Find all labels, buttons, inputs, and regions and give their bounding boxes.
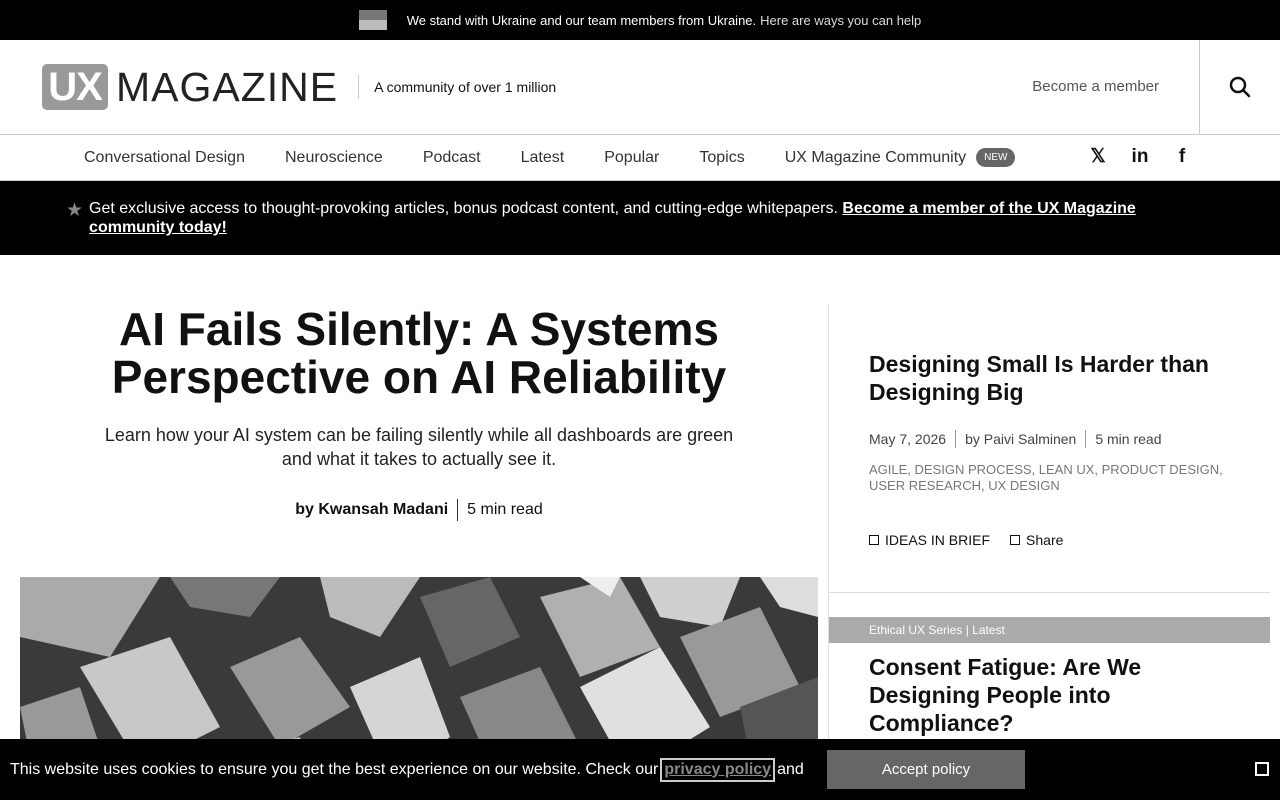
- logo-box: UX: [42, 64, 108, 110]
- side-article-1-tags[interactable]: AGILE, DESIGN PROCESS, LEAN UX, PRODUCT …: [869, 462, 1239, 494]
- privacy-policy-link[interactable]: privacy policy: [660, 757, 776, 782]
- column-divider: [828, 305, 829, 800]
- main-content: AI Fails Silently: A Systems Perspective…: [0, 255, 1280, 800]
- featured-article: AI Fails Silently: A Systems Perspective…: [20, 305, 818, 521]
- search-button[interactable]: [1199, 40, 1280, 134]
- meta-separator: [955, 430, 957, 448]
- ukraine-text: We stand with Ukraine and our team membe…: [406, 12, 757, 28]
- side-article-1-meta: May 7, 2026 by Paivi Salminen 5 min read: [869, 430, 1239, 448]
- side-divider: [829, 592, 1270, 593]
- main-nav: Conversational Design Neuroscience Podca…: [0, 135, 1280, 181]
- search-icon: [1229, 76, 1251, 98]
- close-icon[interactable]: [1255, 762, 1269, 776]
- side-article-1-date: May 7, 2026: [869, 431, 947, 447]
- side-article-2: Consent Fatigue: Are We Designing People…: [869, 653, 1239, 737]
- nav-item-conversational-design[interactable]: Conversational Design: [84, 149, 245, 167]
- social-links: 𝕏 in f: [1088, 145, 1192, 168]
- nav-item-popular[interactable]: Popular: [604, 149, 659, 167]
- nav-item-community-label: UX Magazine Community: [784, 148, 967, 166]
- new-badge: NEW: [976, 148, 1016, 167]
- ukraine-help-link[interactable]: Here are ways you can help: [760, 13, 921, 28]
- facebook-icon[interactable]: f: [1172, 146, 1192, 168]
- membership-promo: ★ Get exclusive access to thought-provok…: [0, 181, 1280, 255]
- cookie-text: This website uses cookies to ensure you …: [10, 760, 659, 778]
- accept-policy-button[interactable]: Accept policy: [827, 750, 1025, 789]
- site-header: UX MAGAZINE A community of over 1 millio…: [0, 40, 1280, 135]
- side-article-1-read-time: 5 min read: [1095, 431, 1162, 447]
- side-article-1-title[interactable]: Designing Small Is Harder than Designing…: [869, 350, 1239, 406]
- promo-text: Get exclusive access to thought-provokin…: [89, 200, 838, 217]
- featured-subtitle: Learn how your AI system can be failing …: [104, 425, 734, 469]
- side-article-2-title[interactable]: Consent Fatigue: Are We Designing People…: [869, 653, 1239, 737]
- site-logo[interactable]: UX MAGAZINE: [42, 64, 338, 111]
- x-twitter-icon[interactable]: 𝕏: [1088, 145, 1108, 168]
- share-button[interactable]: Share: [1010, 532, 1063, 548]
- ideas-in-brief-label: IDEAS IN BRIEF: [885, 532, 991, 548]
- tagline: A community of over 1 million: [358, 75, 556, 99]
- side-article-1-author[interactable]: by Paivi Salminen: [965, 431, 1076, 447]
- square-icon: [1010, 535, 1021, 545]
- nav-item-podcast[interactable]: Podcast: [423, 149, 481, 167]
- side-article-1: Designing Small Is Harder than Designing…: [869, 350, 1239, 548]
- ukraine-banner: We stand with Ukraine and our team membe…: [0, 0, 1280, 40]
- featured-title[interactable]: AI Fails Silently: A Systems Perspective…: [20, 305, 818, 401]
- series-label[interactable]: Ethical UX Series | Latest: [829, 617, 1270, 643]
- square-icon: [869, 535, 879, 545]
- become-member-link[interactable]: Become a member: [1032, 78, 1159, 95]
- featured-read-time: 5 min read: [467, 501, 543, 518]
- featured-byline: by Kwansah Madani 5 min read: [20, 499, 818, 521]
- meta-separator: [1085, 430, 1087, 448]
- nav-item-latest[interactable]: Latest: [521, 149, 565, 167]
- share-label: Share: [1026, 532, 1064, 548]
- linkedin-icon[interactable]: in: [1130, 146, 1150, 168]
- logo-word: MAGAZINE: [116, 63, 339, 110]
- featured-author[interactable]: by Kwansah Madani: [295, 501, 448, 519]
- cookie-and: and: [777, 760, 804, 778]
- promo-text-block: Get exclusive access to thought-provokin…: [89, 199, 1159, 237]
- side-article-1-actions: IDEAS IN BRIEF Share: [869, 532, 1239, 548]
- cookie-banner: This website uses cookies to ensure you …: [0, 739, 1280, 800]
- ukraine-flag-icon: [358, 10, 387, 30]
- ideas-in-brief-button[interactable]: IDEAS IN BRIEF: [869, 532, 990, 548]
- nav-item-community[interactable]: UX Magazine Community NEW: [785, 148, 1016, 167]
- star-icon: ★: [66, 200, 84, 221]
- nav-item-neuroscience[interactable]: Neuroscience: [285, 149, 383, 167]
- byline-separator: [457, 499, 459, 521]
- nav-item-topics[interactable]: Topics: [699, 149, 744, 167]
